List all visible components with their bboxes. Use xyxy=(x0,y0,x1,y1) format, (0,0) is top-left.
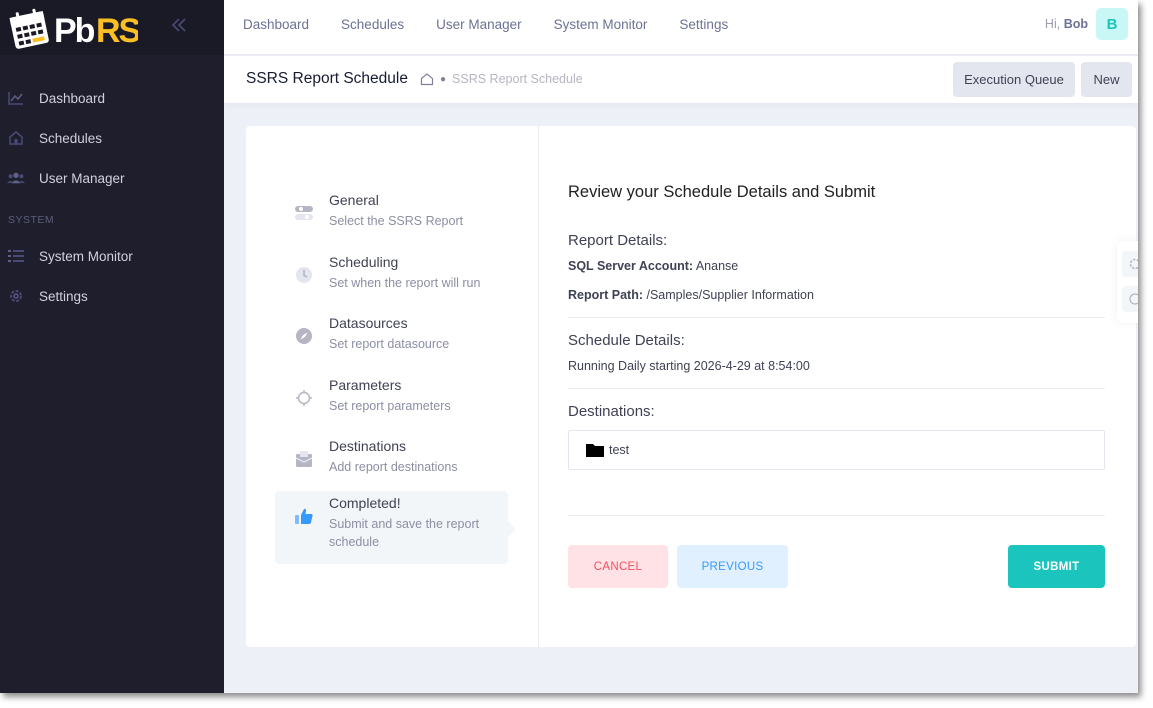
sql-account-label: SQL Server Account: xyxy=(568,259,694,273)
toggle-icon xyxy=(294,203,314,223)
sidebar-nav: Dashboard Schedules User Manager SYSTEM xyxy=(0,78,224,316)
execution-queue-button[interactable]: Execution Queue xyxy=(953,62,1075,97)
avatar[interactable]: B xyxy=(1096,8,1128,40)
wizard-card: General Select the SSRS Report Schedulin… xyxy=(246,126,1136,647)
sidebar-item-user-manager[interactable]: User Manager xyxy=(0,158,224,198)
step-title: Completed! xyxy=(329,495,401,511)
cancel-button[interactable]: CANCEL xyxy=(568,545,668,588)
topnav-settings[interactable]: Settings xyxy=(679,17,728,32)
step-general[interactable]: General Select the SSRS Report xyxy=(275,188,508,230)
step-destinations[interactable]: Destinations Add report destinations xyxy=(275,434,508,476)
sidebar-item-label: System Monitor xyxy=(39,248,133,264)
report-path: Report Path: /Samples/Supplier Informati… xyxy=(568,288,814,302)
step-description: Add report destinations xyxy=(329,460,458,474)
clock-icon xyxy=(294,265,314,285)
sidebar-section-system: SYSTEM xyxy=(8,214,55,226)
sidebar-item-schedules[interactable]: Schedules xyxy=(0,118,224,158)
report-path-label: Report Path: xyxy=(568,288,643,302)
report-details-title: Report Details: xyxy=(568,232,668,249)
sidebar-item-system-monitor[interactable]: System Monitor xyxy=(0,236,224,276)
topnav-system-monitor[interactable]: System Monitor xyxy=(554,17,648,32)
step-description: Set when the report will run xyxy=(329,276,481,290)
step-title: Datasources xyxy=(329,315,408,331)
help-icon xyxy=(1129,293,1138,305)
step-title: Parameters xyxy=(329,377,402,393)
submit-button[interactable]: SUBMIT xyxy=(1008,545,1105,588)
breadcrumb-current[interactable]: SSRS Report Schedule xyxy=(452,72,583,86)
user-greeting[interactable]: Hi, Bob xyxy=(1045,17,1088,31)
user-name: Bob xyxy=(1063,17,1088,31)
sidebar: Pb RS Dashboard Schedules User Manager S… xyxy=(0,0,224,693)
home-icon xyxy=(7,129,25,147)
sql-server-account: SQL Server Account: Ananse xyxy=(568,259,738,273)
breadcrumb: ● SSRS Report Schedule xyxy=(420,72,583,86)
step-description: Select the SSRS Report xyxy=(329,214,464,228)
svg-text:RS: RS xyxy=(96,12,138,50)
topnav-dashboard[interactable]: Dashboard xyxy=(243,17,309,32)
users-icon xyxy=(7,169,25,187)
step-title: General xyxy=(329,192,379,208)
gear-icon xyxy=(7,287,25,305)
step-description: Set report datasource xyxy=(329,337,450,351)
sticky-help-button[interactable] xyxy=(1122,286,1138,312)
review-heading: Review your Schedule Details and Submit xyxy=(568,183,876,201)
page-title: SSRS Report Schedule xyxy=(246,70,408,87)
step-description: Submit and save the report schedule xyxy=(329,517,480,549)
divider xyxy=(568,515,1105,516)
greeting-text: Hi, xyxy=(1044,17,1061,31)
topnav-user-manager[interactable]: User Manager xyxy=(436,17,522,32)
chart-line-icon xyxy=(7,89,25,107)
step-datasources[interactable]: Datasources Set report datasource xyxy=(275,311,508,353)
sql-account-value: Ananse xyxy=(695,259,739,273)
collapse-sidebar-icon[interactable] xyxy=(170,15,188,35)
thumbs-up-icon xyxy=(294,506,314,526)
sidebar-item-label: User Manager xyxy=(39,170,125,186)
subheader: SSRS Report Schedule ● SSRS Report Sched… xyxy=(224,56,1138,103)
list-icon xyxy=(7,247,25,265)
divider xyxy=(568,317,1105,318)
folder-icon xyxy=(586,444,604,457)
svg-text:Pb: Pb xyxy=(54,12,95,50)
top-nav: Dashboard Schedules User Manager System … xyxy=(243,0,760,48)
pbrs-logo[interactable]: Pb RS xyxy=(8,4,138,50)
sidebar-item-label: Dashboard xyxy=(39,90,106,106)
previous-button[interactable]: PREVIOUS xyxy=(677,545,788,588)
topnav-schedules[interactable]: Schedules xyxy=(341,17,404,32)
wizard-steps: General Select the SSRS Report Schedulin… xyxy=(246,126,539,647)
gear-icon xyxy=(1129,258,1138,270)
breadcrumb-separator: ● xyxy=(440,73,447,85)
schedule-details-title: Schedule Details: xyxy=(568,332,685,349)
sidebar-item-label: Settings xyxy=(39,288,88,304)
step-scheduling[interactable]: Scheduling Set when the report will run xyxy=(275,250,508,292)
step-parameters[interactable]: Parameters Set report parameters xyxy=(275,373,508,415)
sticky-toolbar xyxy=(1117,241,1138,323)
new-button[interactable]: New xyxy=(1081,62,1132,97)
destinations-title: Destinations: xyxy=(568,403,655,420)
step-completed[interactable]: Completed! Submit and save the report sc… xyxy=(275,491,516,564)
report-path-value: /Samples/Supplier Information xyxy=(646,288,814,302)
sticky-settings-button[interactable] xyxy=(1122,251,1138,277)
destination-name: test xyxy=(609,443,630,457)
app-window: Pb RS Dashboard Schedules User Manager S… xyxy=(0,0,1138,693)
brand-area: Pb RS xyxy=(0,0,224,55)
schedule-summary: Running Daily starting 2026-4-29 at 8:54… xyxy=(568,359,810,373)
home-icon[interactable] xyxy=(420,72,434,86)
target-icon xyxy=(294,388,314,408)
sidebar-item-dashboard[interactable]: Dashboard xyxy=(0,78,224,118)
sidebar-item-label: Schedules xyxy=(39,130,103,146)
top-header: Dashboard Schedules User Manager System … xyxy=(224,0,1138,55)
sidebar-item-settings[interactable]: Settings xyxy=(0,276,224,316)
step-description: Set report parameters xyxy=(329,399,451,413)
destination-item[interactable]: test xyxy=(568,430,1105,470)
divider xyxy=(568,388,1105,389)
step-title: Destinations xyxy=(329,438,407,454)
mailbox-icon xyxy=(294,449,314,469)
compass-icon xyxy=(294,326,314,346)
step-title: Scheduling xyxy=(329,254,399,270)
